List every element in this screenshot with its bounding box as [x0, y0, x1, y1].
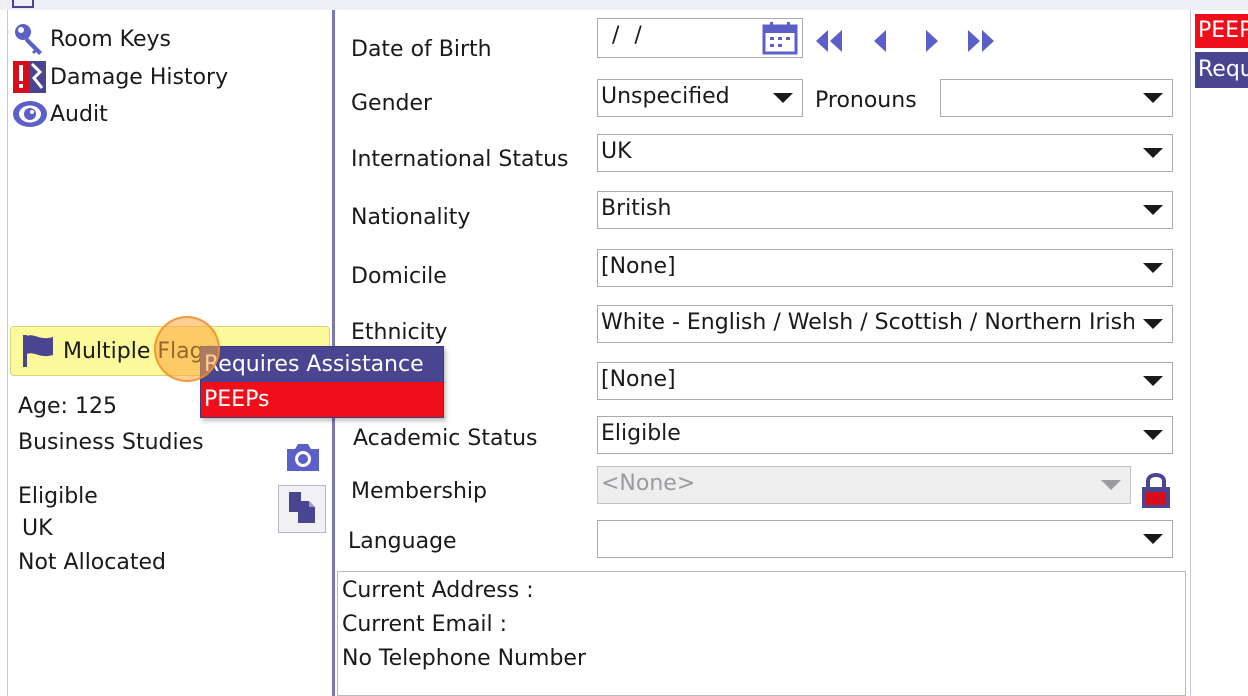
calendar-icon[interactable] [762, 21, 798, 59]
chevron-down-icon [1134, 306, 1172, 342]
previous-icon[interactable] [870, 28, 890, 58]
ethnicity-label: Ethnicity [351, 320, 448, 345]
nav-item-partial [12, 0, 42, 8]
nav-item-damage-history[interactable]: Damage History [12, 60, 228, 94]
row7-select[interactable]: [None] [597, 362, 1173, 400]
nationality-label: Nationality [351, 205, 471, 230]
flag-icon [21, 331, 63, 371]
international-status-label: International Status [351, 147, 569, 172]
pronouns-label: Pronouns [815, 88, 917, 113]
gender-label: Gender [351, 91, 433, 116]
right-flags-panel [1190, 10, 1248, 696]
click-indicator [154, 316, 220, 382]
chevron-down-icon [1134, 135, 1172, 171]
eye-icon [12, 97, 50, 131]
summary-allocation: Not Allocated [18, 550, 166, 575]
nav-item-label: Damage History [50, 64, 229, 90]
chevron-down-icon [1134, 192, 1172, 228]
left-panel-border [7, 10, 8, 696]
gender-value: Unspecified [601, 84, 730, 109]
nav-item-room-keys[interactable]: Room Keys [12, 22, 171, 56]
membership-select[interactable]: <None> [597, 466, 1131, 504]
chevron-down-icon [1134, 363, 1172, 399]
nav-item-label: Room Keys [50, 26, 171, 52]
domicile-label: Domicile [351, 264, 447, 289]
summary-international: UK [22, 516, 53, 541]
camera-icon[interactable] [284, 440, 322, 474]
nav-item-label: Audit [50, 101, 108, 127]
pronouns-select[interactable] [940, 79, 1173, 117]
right-flag-peeps[interactable]: PEEPs [1195, 14, 1248, 48]
key-icon [12, 22, 50, 56]
summary-course: Business Studies [18, 430, 204, 455]
language-select[interactable] [597, 520, 1173, 558]
chevron-down-icon [1134, 250, 1172, 286]
flags-popup: Requires Assistance PEEPs [200, 346, 444, 418]
nationality-select[interactable]: British [597, 191, 1173, 229]
last-icon[interactable] [964, 28, 998, 58]
address-panel: Current Address : Current Email : No Tel… [337, 571, 1186, 696]
dob-label: Date of Birth [351, 37, 492, 62]
language-label: Language [348, 529, 457, 554]
lock-icon[interactable] [1140, 470, 1172, 514]
telephone: No Telephone Number [342, 646, 587, 671]
ethnicity-value: White - English / Welsh / Scottish / Nor… [601, 310, 1137, 335]
current-email: Current Email : [342, 612, 508, 637]
popup-flag-requires-assistance[interactable]: Requires Assistance [201, 347, 443, 382]
ethnicity-select[interactable]: White - English / Welsh / Scottish / Nor… [597, 305, 1173, 343]
summary-age: Age: 125 [18, 394, 117, 419]
row7-value: [None] [601, 367, 676, 392]
academic-status-select[interactable]: Eligible [597, 416, 1173, 454]
membership-value: <None> [601, 471, 696, 496]
chevron-down-icon [1134, 417, 1172, 453]
next-icon[interactable] [922, 28, 942, 58]
nav-item-audit[interactable]: Audit [12, 97, 108, 131]
international-status-select[interactable]: UK [597, 134, 1173, 172]
nationality-value: British [601, 196, 672, 221]
chevron-down-icon [1092, 467, 1130, 503]
academic-status-value: Eligible [601, 421, 681, 446]
dob-field[interactable]: / / [597, 18, 803, 58]
membership-label: Membership [351, 479, 487, 504]
domicile-value: [None] [601, 254, 676, 279]
chevron-down-icon [1134, 521, 1172, 557]
summary-academic-status: Eligible [18, 484, 98, 509]
current-address: Current Address : [342, 578, 534, 603]
first-icon[interactable] [812, 28, 846, 58]
top-strip [0, 0, 1248, 10]
right-flag-requires-assistance[interactable]: Requires Assistance [1195, 52, 1248, 88]
copy-button[interactable] [278, 485, 326, 533]
international-status-value: UK [601, 139, 632, 164]
chevron-down-icon [1134, 80, 1172, 116]
copy-icon [287, 490, 317, 528]
popup-flag-peeps[interactable]: PEEPs [201, 382, 443, 417]
academic-status-label: Academic Status [353, 426, 538, 451]
dob-value: / / [612, 23, 646, 48]
gender-select[interactable]: Unspecified [597, 79, 803, 117]
damage-icon [12, 60, 50, 94]
domicile-select[interactable]: [None] [597, 249, 1173, 287]
chevron-down-icon [764, 80, 802, 116]
